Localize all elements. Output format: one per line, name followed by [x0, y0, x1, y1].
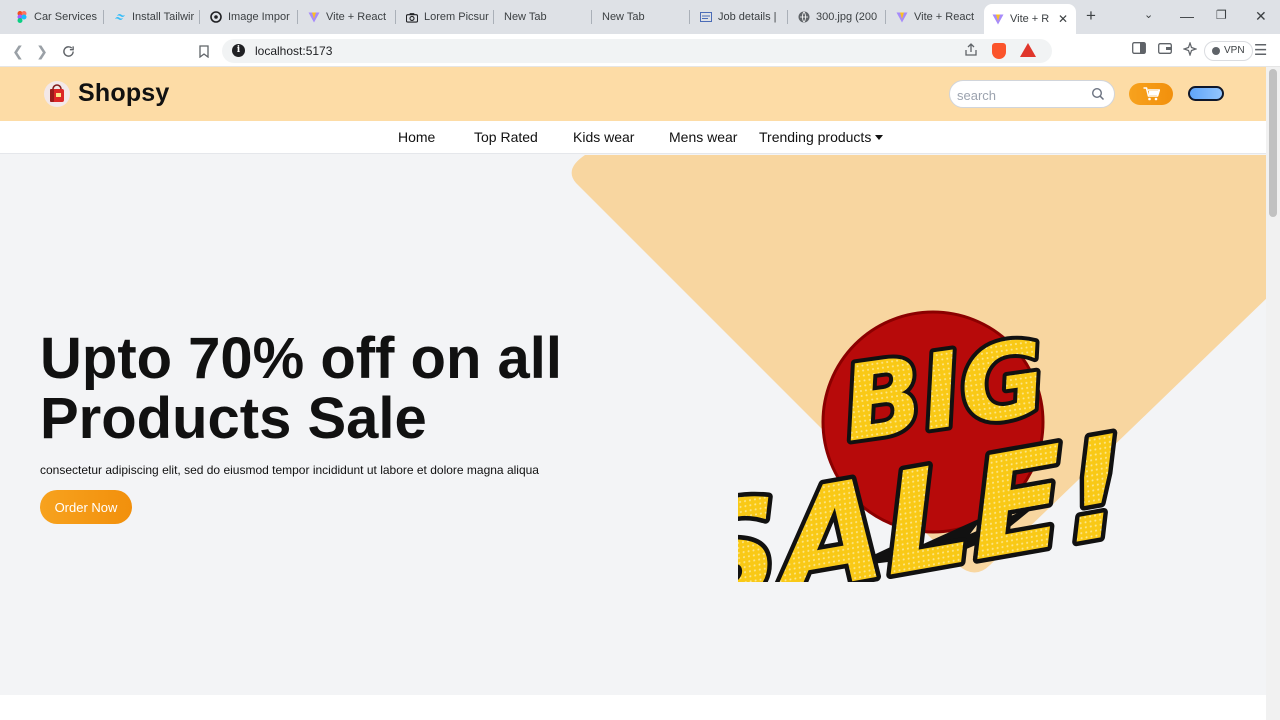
new-tab-button[interactable]: +: [1086, 6, 1096, 26]
minimize-icon[interactable]: —: [1180, 8, 1194, 24]
caret-down-icon: [875, 135, 884, 140]
search-icon[interactable]: [1091, 87, 1105, 101]
cart-button[interactable]: [1129, 83, 1173, 105]
vite-icon: [896, 11, 908, 23]
cart-icon: [1143, 87, 1160, 101]
search-input[interactable]: [957, 85, 1087, 105]
menu-item-home[interactable]: Home: [398, 129, 435, 145]
order-now-button[interactable]: Order Now: [40, 490, 132, 524]
brand-logo[interactable]: Shopsy: [44, 79, 170, 108]
globe-icon: [798, 11, 810, 23]
close-icon[interactable]: ✕: [1058, 12, 1068, 26]
address-bar[interactable]: i localhost:5173: [222, 39, 1052, 63]
tab-title: Job details |: [718, 11, 777, 23]
url-text: localhost:5173: [255, 44, 333, 58]
tab-title: New Tab: [504, 11, 547, 23]
tab-title: Vite + React: [914, 11, 975, 23]
tab-title: Image Impor: [228, 11, 290, 23]
brave-rewards-icon[interactable]: [1020, 43, 1036, 57]
menu-item-kids-wear[interactable]: Kids wear: [573, 129, 634, 145]
menu-item-mens-wear[interactable]: Mens wear: [669, 129, 737, 145]
forward-arrow-icon[interactable]: ❯: [32, 41, 52, 61]
brave-shield-icon[interactable]: [992, 43, 1006, 59]
browser-tab-active[interactable]: Vite + R ✕: [984, 4, 1076, 34]
next-section: [0, 695, 1266, 720]
tab-title: Vite + R: [1010, 13, 1050, 25]
hero-title: Upto 70% off on all Products Sale: [40, 329, 660, 449]
menu-item-top-rated[interactable]: Top Rated: [474, 129, 538, 145]
browser-tab[interactable]: New Tab: [594, 4, 690, 30]
vite-icon: [992, 13, 1004, 25]
menu-icon[interactable]: ☰: [1254, 41, 1267, 59]
reload-icon[interactable]: [58, 41, 78, 61]
browser-tab[interactable]: Vite + React: [888, 4, 982, 30]
browser-tab[interactable]: Install Tailwir: [106, 4, 200, 30]
browser-tab[interactable]: Job details |: [692, 4, 788, 30]
toggle-knob: [1190, 88, 1222, 99]
vpn-button[interactable]: VPN: [1204, 41, 1253, 61]
page-scrollbar[interactable]: [1266, 67, 1280, 720]
browser-tab[interactable]: Lorem Picsur: [398, 4, 494, 30]
scrollbar-thumb[interactable]: [1269, 69, 1277, 217]
vite-icon: [308, 11, 320, 23]
leo-ai-icon[interactable]: [1182, 41, 1198, 59]
shopping-bag-icon: [44, 80, 70, 107]
chevron-down-icon[interactable]: ⌄: [1144, 8, 1153, 21]
tab-title: Vite + React: [326, 11, 387, 23]
back-arrow-icon[interactable]: ❮: [8, 41, 28, 61]
sidebar-icon[interactable]: [1132, 42, 1146, 57]
restore-icon[interactable]: ❐: [1216, 8, 1227, 22]
dark-mode-toggle[interactable]: [1188, 86, 1224, 101]
info-icon[interactable]: i: [232, 44, 245, 57]
doc-icon: [700, 11, 712, 23]
hero-subtitle: consectetur adipiscing elit, sed do eius…: [40, 463, 539, 477]
figma-icon: [16, 11, 28, 23]
browser-toolbar: ❮ ❯ i localhost:5173 VPN ☰: [0, 34, 1280, 67]
vpn-status-icon: [1212, 47, 1220, 55]
hero-title-line-1: Upto 70% off on all: [40, 326, 562, 391]
bookmark-icon[interactable]: [194, 41, 214, 61]
browser-tab[interactable]: New Tab: [496, 4, 592, 30]
browser-tab[interactable]: 300.jpg (200: [790, 4, 886, 30]
share-icon[interactable]: [964, 43, 978, 60]
browser-tab[interactable]: Vite + React: [300, 4, 396, 30]
category-menu: Home Top Rated Kids wear Mens wear Trend…: [0, 121, 1266, 154]
big-sale-image: BIG SALE!: [738, 310, 1128, 582]
tab-title: Car Services: [34, 11, 97, 23]
tab-title: Install Tailwir: [132, 11, 195, 23]
menu-item-trending-products[interactable]: Trending products: [759, 129, 884, 145]
brand-name: Shopsy: [78, 79, 170, 107]
wallet-icon[interactable]: [1158, 42, 1172, 57]
trending-label: Trending products: [759, 129, 872, 145]
tab-title: 300.jpg (200: [816, 11, 878, 23]
tailwind-icon: [114, 11, 126, 23]
tab-title: New Tab: [602, 11, 645, 23]
browser-tab[interactable]: Car Services: [8, 4, 104, 30]
camera-icon: [406, 11, 418, 23]
openai-icon: [210, 11, 222, 23]
close-window-icon[interactable]: ✕: [1255, 8, 1267, 25]
hero-title-line-2: Products Sale: [40, 386, 427, 451]
site-header: Shopsy: [0, 67, 1266, 121]
search-box[interactable]: [949, 80, 1115, 108]
tab-title: Lorem Picsur: [424, 11, 489, 23]
vpn-label: VPN: [1224, 45, 1245, 56]
page-viewport: Shopsy Home Top Rated Kids wear Mens wea…: [0, 67, 1266, 720]
browser-tab-strip: Car Services Install Tailwir Image Impor…: [0, 0, 1280, 34]
browser-tab[interactable]: Image Impor: [202, 4, 298, 30]
